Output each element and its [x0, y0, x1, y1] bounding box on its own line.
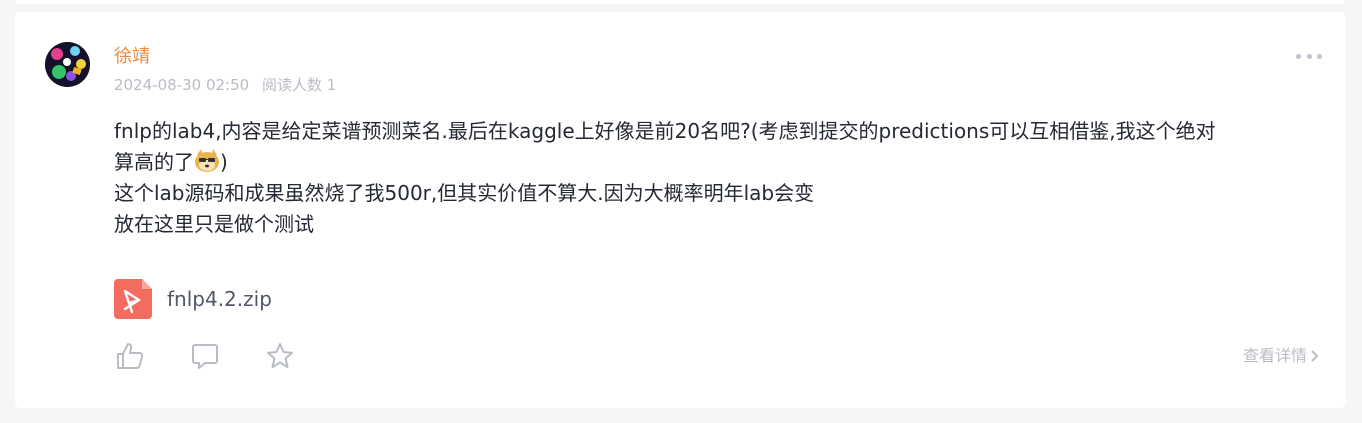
attachment[interactable]: fnlp4.2.zip	[114, 279, 272, 319]
doge-emoji-icon	[195, 149, 219, 172]
like-button[interactable]	[114, 340, 146, 372]
more-options-button[interactable]	[1296, 50, 1322, 62]
pdf-file-icon	[114, 279, 152, 319]
content-line: 这个lab源码和成果虽然烧了我500r,但其实价值不算大.因为大概率明年lab会…	[114, 181, 815, 205]
view-details-link[interactable]: 查看详情	[1243, 344, 1320, 368]
star-icon	[267, 343, 293, 368]
avatar-image	[45, 42, 90, 87]
content-text: 算高的了	[114, 150, 194, 174]
content-line: 放在这里只是做个测试	[114, 212, 314, 236]
chevron-right-icon	[1311, 350, 1319, 362]
view-details-label: 查看详情	[1242, 346, 1307, 365]
favorite-button[interactable]	[264, 340, 296, 372]
comment-icon	[192, 344, 218, 369]
attachment-file-name: fnlp4.2.zip	[167, 287, 272, 311]
author-name[interactable]: 徐靖	[114, 45, 150, 69]
more-dot-icon	[1317, 53, 1322, 59]
post-meta: 2024-08-30 02:50 阅读人数 1	[114, 75, 336, 95]
post-content: fnlp的lab4,内容是给定菜谱预测菜名.最后在kaggle上好像是前20名吧…	[114, 116, 1319, 240]
content-line: 算高的了)	[114, 147, 1319, 178]
post-date: 2024-08-30 02:50	[114, 76, 250, 94]
thumbs-up-icon	[117, 343, 144, 369]
previous-card-edge	[15, 0, 1346, 4]
more-dot-icon	[1296, 53, 1301, 59]
content-line: fnlp的lab4,内容是给定菜谱预测菜名.最后在kaggle上好像是前20名吧…	[114, 119, 1216, 143]
avatar[interactable]	[45, 42, 90, 87]
read-count: 阅读人数 1	[261, 76, 337, 94]
post-card: 徐靖 2024-08-30 02:50 阅读人数 1 fnlp的lab4,内容是…	[15, 12, 1346, 408]
comment-button[interactable]	[189, 340, 221, 372]
content-text: )	[220, 150, 228, 174]
more-dot-icon	[1306, 53, 1312, 59]
post-actions	[114, 340, 339, 372]
